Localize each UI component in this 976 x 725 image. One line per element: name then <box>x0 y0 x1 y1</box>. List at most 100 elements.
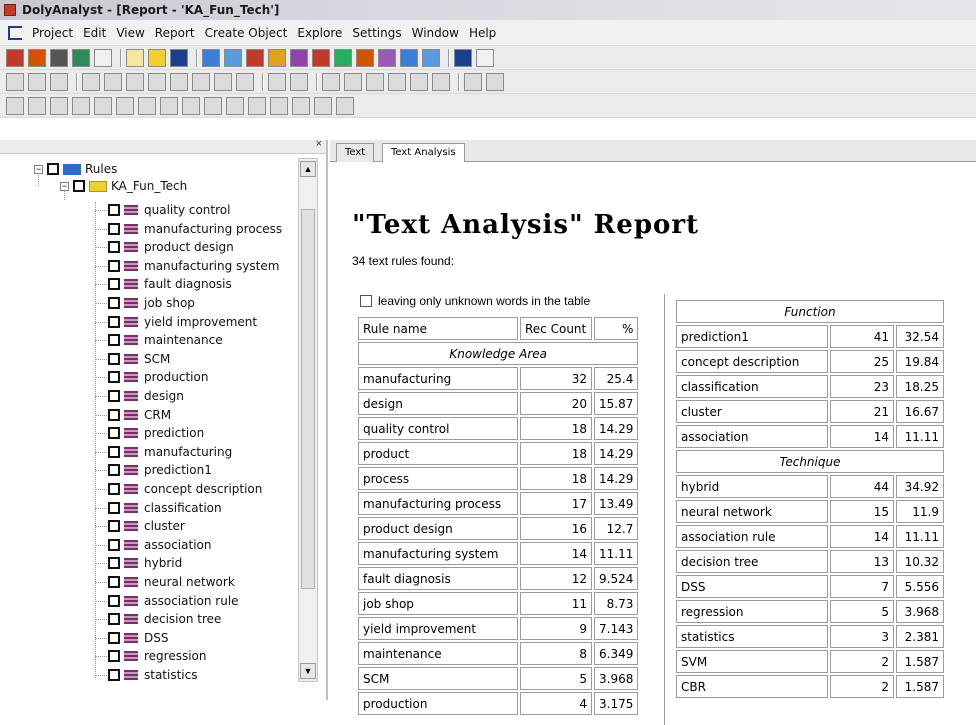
tree-checkbox[interactable] <box>108 501 120 514</box>
close-project-icon[interactable] <box>28 48 46 67</box>
arrows-icon[interactable] <box>116 96 134 115</box>
tree-item-manufacturing-process[interactable]: manufacturing process <box>108 221 282 237</box>
tree-checkbox[interactable] <box>108 390 120 402</box>
filter-icon[interactable] <box>94 48 112 67</box>
table-row[interactable]: manufacturing process 17 13.49 <box>358 492 639 515</box>
settings-icon[interactable] <box>464 72 482 91</box>
app-icon[interactable] <box>4 4 16 16</box>
table-row[interactable]: manufacturing 32 25.4 <box>358 367 639 390</box>
tree-checkbox[interactable] <box>108 334 120 347</box>
table-row[interactable]: hybrid 44 34.92 <box>676 475 944 498</box>
list-view-icon[interactable] <box>6 96 24 115</box>
area-chart-icon[interactable] <box>334 48 352 67</box>
tree-checkbox[interactable] <box>108 594 120 607</box>
menu-help[interactable]: Help <box>469 26 496 40</box>
table-row[interactable]: fault diagnosis 12 9.524 <box>358 567 639 590</box>
tree-checkbox[interactable] <box>108 631 120 644</box>
copy-icon[interactable] <box>126 48 144 67</box>
rule-filter-icon[interactable] <box>236 72 254 91</box>
tree-item-concept-description[interactable]: concept description <box>108 481 262 497</box>
tree-item-production[interactable]: production <box>108 369 208 385</box>
tree-item-prediction[interactable]: prediction <box>108 425 204 441</box>
text-mining-icon[interactable] <box>410 72 428 91</box>
table-row[interactable]: association 14 11.11 <box>676 425 944 448</box>
delete-icon[interactable] <box>170 48 188 67</box>
menu-settings[interactable]: Settings <box>352 26 401 40</box>
line-chart-icon[interactable] <box>290 48 308 67</box>
tree-checkbox[interactable] <box>108 650 120 663</box>
tree-checkbox[interactable] <box>108 315 120 328</box>
table-row[interactable]: CBR 2 1.587 <box>676 675 944 698</box>
calendar-icon[interactable] <box>226 96 244 115</box>
insert-row-icon[interactable] <box>270 96 288 115</box>
table-row[interactable]: production 4 3.175 <box>358 692 639 715</box>
tree-checkbox[interactable] <box>108 464 120 477</box>
delete-object-icon[interactable] <box>6 48 24 67</box>
tree-checkbox[interactable] <box>108 222 120 235</box>
tree-checkbox[interactable] <box>73 180 85 192</box>
hash-icon[interactable] <box>160 96 178 115</box>
sql-icon[interactable] <box>6 72 24 91</box>
tree-item-neural-network[interactable]: neural network <box>108 574 235 590</box>
tree-item-prediction1[interactable]: prediction1 <box>108 462 212 478</box>
menu-view[interactable]: View <box>116 26 144 40</box>
table-row[interactable]: prediction1 41 32.54 <box>676 325 944 348</box>
tree-item-decision-tree[interactable]: decision tree <box>108 611 221 627</box>
tree-checkbox[interactable] <box>108 352 120 365</box>
table-row[interactable]: regression 5 3.968 <box>676 600 944 623</box>
tree-item-product-design[interactable]: product design <box>108 239 234 255</box>
tree-item-hybrid[interactable]: hybrid <box>108 555 182 571</box>
tree-item-dss[interactable]: DSS <box>108 630 168 646</box>
tree-item-association-rule[interactable]: association rule <box>108 593 239 609</box>
rule-editor-icon[interactable] <box>104 72 122 91</box>
tree-checkbox[interactable] <box>108 669 120 681</box>
bar-chart-icon[interactable] <box>268 48 286 67</box>
window-icon[interactable] <box>336 96 354 115</box>
spreadsheet-icon[interactable] <box>400 48 418 67</box>
function-icon[interactable] <box>246 48 264 67</box>
scatter-chart-icon[interactable] <box>356 48 374 67</box>
tree-checkbox[interactable] <box>108 538 120 551</box>
unknown-words-checkbox[interactable] <box>360 295 372 307</box>
tree-item-manufacturing-system[interactable]: manufacturing system <box>108 258 279 274</box>
table-row[interactable]: product design 16 12.7 <box>358 517 639 540</box>
table-row[interactable]: DSS 7 5.556 <box>676 575 944 598</box>
table-row[interactable]: quality control 18 14.29 <box>358 417 639 440</box>
context-help-icon[interactable] <box>476 48 494 67</box>
menu-edit[interactable]: Edit <box>83 26 106 40</box>
table-row[interactable]: decision tree 13 10.32 <box>676 550 944 573</box>
tree-node-rules[interactable]: − Rules <box>34 161 117 177</box>
tree-checkbox[interactable] <box>108 520 120 533</box>
unknown-words-option[interactable]: leaving only unknown words in the table <box>360 294 590 308</box>
tree-checkbox[interactable] <box>108 557 120 570</box>
collapse-icon[interactable]: − <box>34 164 43 174</box>
tree-checkbox[interactable] <box>47 163 59 175</box>
export-icon[interactable] <box>50 72 68 91</box>
detail-view-icon[interactable] <box>28 96 46 115</box>
tree-item-manufacturing[interactable]: manufacturing <box>108 444 232 460</box>
table-row[interactable]: process 18 14.29 <box>358 467 639 490</box>
import-icon[interactable] <box>28 72 46 91</box>
card-view-icon[interactable] <box>72 96 90 115</box>
report-icon[interactable] <box>486 72 504 91</box>
tree-item-crm[interactable]: CRM <box>108 407 171 423</box>
tab-text-analysis[interactable]: Text Analysis <box>382 143 465 163</box>
align-center-icon[interactable] <box>204 96 222 115</box>
tree-item-design[interactable]: design <box>108 388 184 404</box>
scroll-up-icon[interactable]: ▲ <box>300 161 316 177</box>
menu-project[interactable]: Project <box>32 26 73 40</box>
block-icon[interactable] <box>138 96 156 115</box>
help-icon[interactable] <box>454 48 472 67</box>
tree-node-ka-fun-tech[interactable]: − KA_Fun_Tech <box>60 178 187 194</box>
text-rule-icon[interactable] <box>82 72 100 91</box>
table-row[interactable]: manufacturing system 14 11.11 <box>358 542 639 565</box>
tab-text[interactable]: Text <box>336 143 375 162</box>
table-row[interactable]: cluster 21 16.67 <box>676 400 944 423</box>
menu-create-object[interactable]: Create Object <box>205 26 288 40</box>
collapse-icon[interactable]: − <box>60 181 69 191</box>
tree-item-fault-diagnosis[interactable]: fault diagnosis <box>108 276 232 292</box>
tree-item-statistics[interactable]: statistics <box>108 667 198 683</box>
tree-checkbox[interactable] <box>108 241 120 254</box>
menu-window[interactable]: Window <box>412 26 459 40</box>
tree-checkbox[interactable] <box>108 427 120 440</box>
